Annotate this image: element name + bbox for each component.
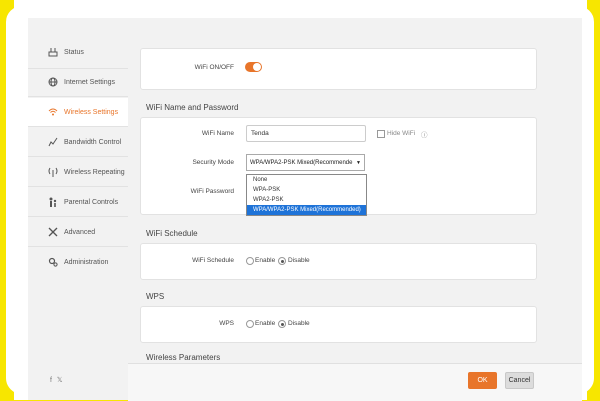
wifi-onoff-label: WiFi ON/OFF [194,64,234,71]
chevron-down-icon: ▼ [356,160,361,166]
divider [28,96,128,97]
section-title-wifi-schedule: WiFi Schedule [146,229,198,238]
sidebar-item-administration[interactable]: Administration [28,248,128,276]
dropdown-option-none[interactable]: None [247,175,366,185]
ok-button[interactable]: OK [468,372,497,389]
social-links[interactable]: f 𝕏 [50,376,63,384]
wps-enable-label: Enable [255,320,276,327]
dropdown-option-wpa-psk[interactable]: WPA-PSK [247,185,366,195]
wifi-name-input[interactable] [246,125,366,142]
family-icon [46,196,60,208]
facebook-icon[interactable]: f [50,377,52,384]
help-icon[interactable]: ⓘ [421,129,428,139]
divider [28,246,128,247]
sidebar-item-label: Parental Controls [64,198,119,206]
wifi-password-label: WiFi Password [190,188,234,195]
wifi-schedule-enable-radio[interactable] [246,257,254,265]
globe-icon [46,76,60,88]
twitter-icon[interactable]: 𝕏 [57,377,63,384]
router-icon [46,46,60,58]
wifi-schedule-label: WiFi Schedule [192,257,234,264]
wps-disable-radio[interactable] [278,320,286,328]
sidebar-item-label: Status [64,48,84,56]
sidebar-item-bandwidth-control[interactable]: Bandwidth Control [28,128,128,156]
sidebar-item-parental-controls[interactable]: Parental Controls [28,188,128,216]
hide-wifi-checkbox[interactable] [377,130,385,138]
wifi-icon [46,106,60,118]
cancel-button[interactable]: Cancel [505,372,534,389]
section-title-wireless-parameters: Wireless Parameters [146,353,221,362]
antenna-icon [46,166,60,178]
security-mode-label: Security Mode [192,159,234,166]
wifi-schedule-disable-radio[interactable] [278,257,286,265]
wifi-onoff-toggle[interactable] [245,62,262,72]
hide-wifi-label: Hide WiFi [387,130,416,137]
sidebar-item-internet-settings[interactable]: Internet Settings [28,68,128,96]
wps-enable-radio[interactable] [246,320,254,328]
sidebar-item-label: Advanced [64,228,96,236]
sidebar-item-label: Bandwidth Control [64,138,122,146]
security-mode-value: WPA/WPA2-PSK Mixed(Recommende [250,160,353,166]
sidebar-item-label: Internet Settings [64,78,115,86]
dropdown-option-wpa2-psk[interactable]: WPA2-PSK [247,195,366,205]
wifi-name-label: WiFi Name [201,130,234,137]
tools-icon [46,226,60,238]
gears-icon [46,256,60,268]
sidebar-item-label: Wireless Settings [64,108,119,116]
sidebar-item-label: Wireless Repeating [64,168,125,176]
section-title-wifi-name-password: WiFi Name and Password [146,103,239,112]
divider [28,126,128,127]
chart-icon [46,136,60,148]
dropdown-option-wpa-wpa2-mixed[interactable]: WPA/WPA2-PSK Mixed(Recommended) [247,205,366,215]
sidebar-item-wireless-repeating[interactable]: Wireless Repeating [28,158,128,186]
wifi-schedule-enable-label: Enable [255,257,276,264]
divider [28,216,128,217]
sidebar-item-label: Administration [64,258,109,266]
wifi-schedule-disable-label: Disable [288,257,310,264]
security-mode-dropdown: None WPA-PSK WPA2-PSK WPA/WPA2-PSK Mixed… [246,174,367,216]
section-title-wps: WPS [146,292,165,301]
divider [28,186,128,187]
wps-label: WPS [219,320,234,327]
wps-disable-label: Disable [288,320,310,327]
sidebar-item-status[interactable]: Status [28,38,128,66]
security-mode-select[interactable]: WPA/WPA2-PSK Mixed(Recommende ▼ [246,154,365,171]
sidebar-item-advanced[interactable]: Advanced [28,218,128,246]
sidebar-item-wireless-settings[interactable]: Wireless Settings [28,98,128,126]
divider [28,156,128,157]
